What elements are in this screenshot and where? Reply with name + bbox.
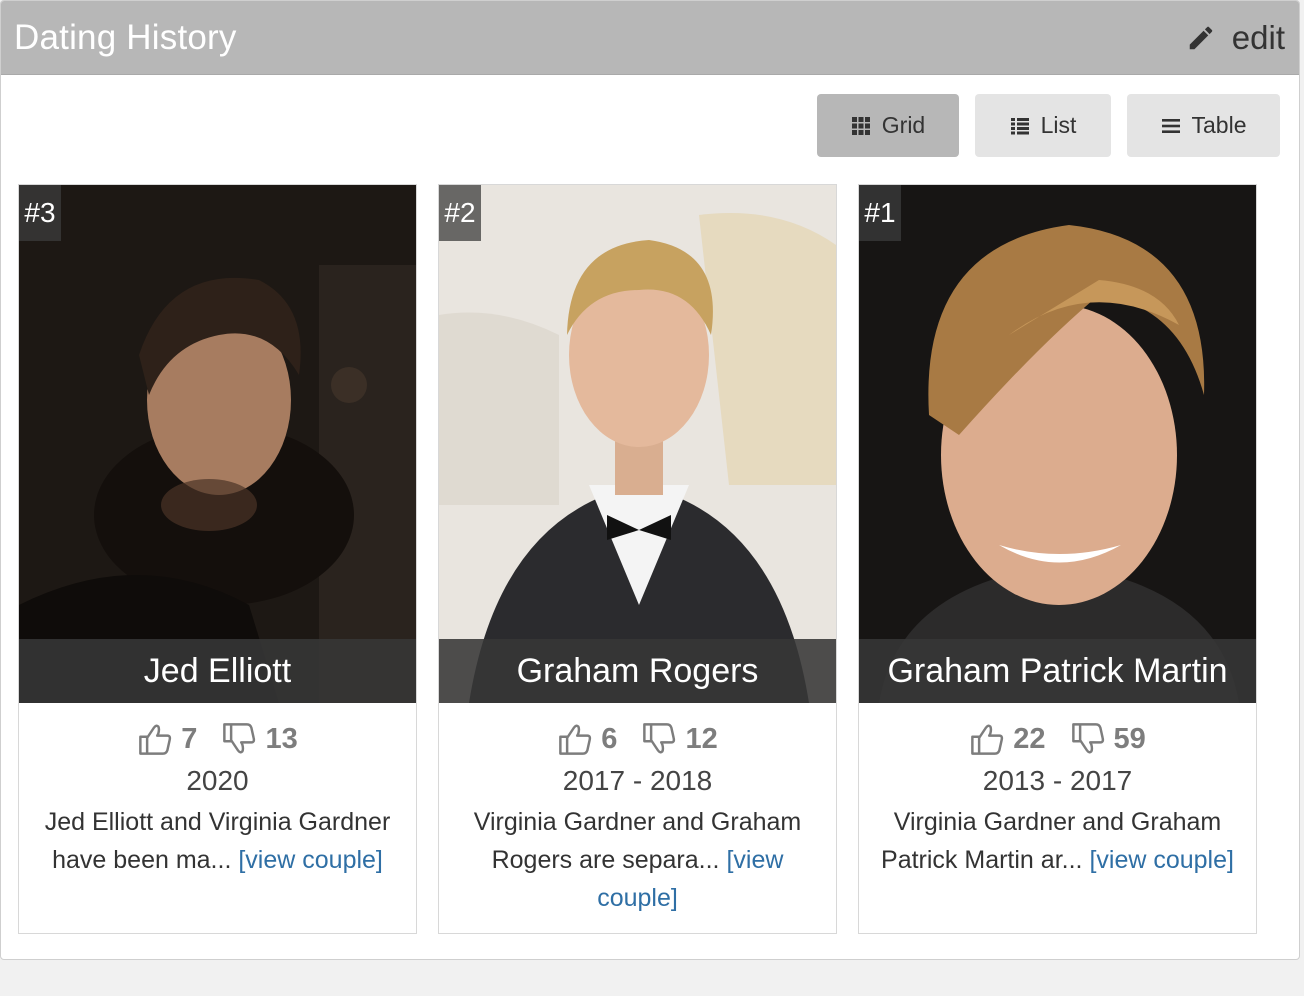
vote-row: 6 12 [439,721,836,757]
edit-button[interactable]: edit [1186,19,1285,57]
view-couple-link[interactable]: [view couple] [238,846,383,874]
list-view-button[interactable]: List [975,94,1111,157]
thumbs-down-icon [223,723,256,754]
vote-row: 22 59 [859,721,1256,757]
table-view-label: Table [1191,112,1247,138]
thumbs-up-icon [559,724,592,755]
dislike-count: 59 [1113,722,1146,755]
dating-history-panel: Dating History edit Grid List Table #3 J… [0,0,1300,960]
grid-view-button[interactable]: Grid [817,94,959,157]
like-count: 7 [181,722,198,755]
partner-photo[interactable]: #2 Graham Rogers [439,185,836,703]
table-icon [1161,118,1180,133]
couple-description: Virginia Gardner and Graham Rogers are s… [439,803,836,917]
couple-description: Jed Elliott and Virginia Gardner have be… [19,803,416,879]
portrait-image [859,185,1256,703]
thumbs-up-icon [971,724,1004,755]
partner-name[interactable]: Graham Patrick Martin [859,639,1256,703]
couple-card: #2 Graham Rogers 6 12 2017 - 2018 Virgin… [438,184,837,934]
thumbs-down-icon [643,723,676,754]
couple-card: #3 Jed Elliott 7 13 2020 Jed Elliott and… [18,184,417,934]
rank-badge: #1 [859,185,901,241]
list-icon [1010,117,1029,134]
grid-view-label: Grid [881,112,926,138]
thumbs-down-button[interactable]: 12 [641,721,718,757]
like-count: 6 [601,722,618,755]
portrait-image [439,185,836,703]
couple-cards-grid: #3 Jed Elliott 7 13 2020 Jed Elliott and… [18,184,1278,934]
table-view-button[interactable]: Table [1127,94,1280,157]
couple-card: #1 Graham Patrick Martin 22 59 2013 - 20… [858,184,1257,934]
thumbs-up-button[interactable]: 22 [969,721,1046,757]
thumbs-down-button[interactable]: 59 [1070,721,1146,757]
panel-header: Dating History edit [1,1,1299,75]
rank-badge: #2 [439,185,481,241]
vote-row: 7 13 [19,721,416,757]
partner-name[interactable]: Jed Elliott [19,639,416,703]
edit-label: edit [1231,18,1285,56]
thumbs-down-icon [1071,723,1104,754]
panel-title: Dating History [14,17,237,57]
partner-name[interactable]: Graham Rogers [439,639,836,703]
dislike-count: 13 [265,722,298,755]
thumbs-up-button[interactable]: 7 [137,721,197,757]
thumbs-up-button[interactable]: 6 [557,721,617,757]
list-view-label: List [1040,112,1077,138]
dating-years: 2013 - 2017 [982,765,1133,796]
thumbs-down-button[interactable]: 13 [221,721,298,757]
dating-years: 2020 [186,765,249,796]
grid-icon [851,116,870,135]
rank-badge: #3 [19,185,61,241]
partner-photo[interactable]: #1 Graham Patrick Martin [859,185,1256,703]
portrait-image [19,185,416,703]
partner-photo[interactable]: #3 Jed Elliott [19,185,416,703]
view-toggle-group: Grid List Table [817,94,1280,157]
view-couple-link[interactable]: [view couple] [1089,846,1234,874]
dating-years: 2017 - 2018 [562,765,713,796]
pencil-icon [1189,26,1213,49]
thumbs-up-icon [139,724,172,755]
like-count: 22 [1013,722,1046,755]
dislike-count: 12 [685,722,718,755]
couple-description: Virginia Gardner and Graham Patrick Mart… [859,803,1256,879]
